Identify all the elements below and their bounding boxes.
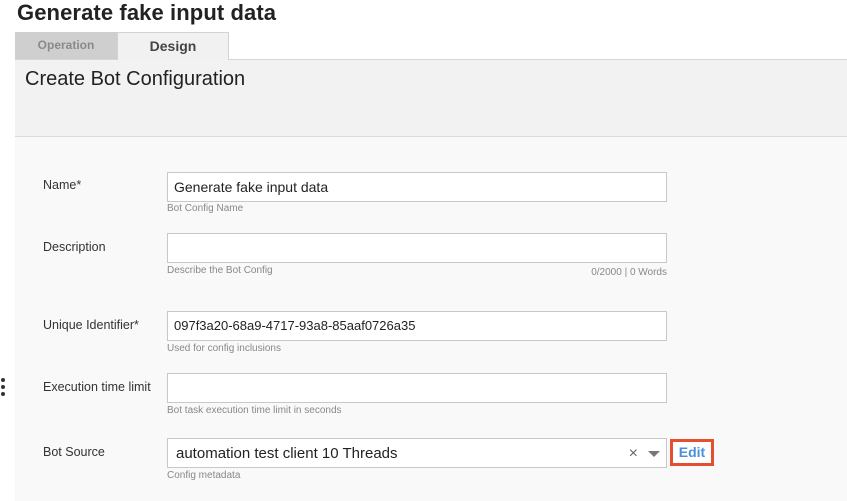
bot-source-selected-value: automation test client 10 Threads bbox=[176, 445, 398, 462]
kebab-dot bbox=[1, 378, 5, 382]
unique-identifier-input[interactable]: 097f3a20-68a9-4717-93a8-85aaf0726a35 bbox=[167, 311, 667, 341]
name-input[interactable]: Generate fake input data bbox=[167, 172, 667, 202]
tab-design[interactable]: Design bbox=[117, 32, 229, 60]
bot-source-hint: Config metadata bbox=[167, 470, 241, 481]
page-title: Generate fake input data bbox=[17, 0, 277, 25]
clear-icon[interactable]: × bbox=[629, 439, 638, 469]
kebab-menu-icon[interactable] bbox=[1, 378, 7, 398]
unique-identifier-hint: Used for config inclusions bbox=[167, 343, 281, 354]
chevron-down-icon[interactable] bbox=[648, 451, 660, 457]
tab-operation[interactable]: Operation bbox=[15, 32, 117, 59]
execution-time-limit-input[interactable] bbox=[167, 373, 667, 403]
execution-time-limit-hint: Bot task execution time limit in seconds bbox=[167, 405, 342, 416]
execution-time-limit-label: Execution time limit bbox=[43, 380, 151, 394]
name-label: Name* bbox=[43, 178, 82, 192]
tab-bar: Operation Design bbox=[15, 32, 847, 60]
unique-identifier-label: Unique Identifier* bbox=[43, 318, 139, 332]
description-label: Description bbox=[43, 240, 106, 254]
bot-source-select[interactable]: automation test client 10 Threads × bbox=[167, 438, 667, 468]
kebab-dot bbox=[1, 385, 5, 389]
bot-source-label: Bot Source bbox=[43, 445, 105, 459]
description-counter: 0/2000 | 0 Words bbox=[591, 267, 667, 278]
section-title: Create Bot Configuration bbox=[25, 68, 246, 90]
edit-button[interactable]: Edit bbox=[670, 439, 714, 466]
description-input[interactable] bbox=[167, 233, 667, 263]
kebab-dot bbox=[1, 392, 5, 396]
name-hint: Bot Config Name bbox=[167, 203, 244, 214]
section-header: Create Bot Configuration bbox=[15, 60, 847, 137]
description-hint: Describe the Bot Config bbox=[167, 265, 273, 276]
